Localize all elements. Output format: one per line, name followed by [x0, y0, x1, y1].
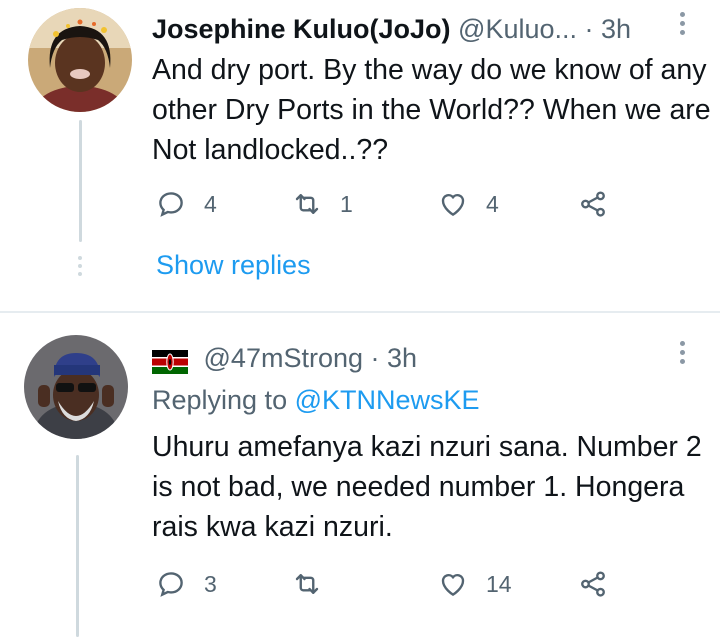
avatar[interactable]	[24, 335, 128, 439]
like-button[interactable]: 14	[438, 564, 512, 604]
avatar[interactable]	[28, 8, 132, 112]
share-icon	[581, 571, 605, 597]
reply-icon	[159, 192, 183, 217]
replying-to-label: Replying to	[152, 385, 288, 415]
retweet-button[interactable]: 1	[292, 184, 353, 224]
author-handle[interactable]: @Kuluo...	[458, 14, 577, 44]
replying-to-mention[interactable]: @KTNNewsKE	[295, 385, 480, 415]
tweet[interactable]: Josephine Kuluo(JoJo) @Kuluo... · 3h And…	[0, 0, 720, 312]
like-count: 14	[486, 570, 512, 597]
thread-dots	[78, 256, 82, 280]
reply-icon	[159, 572, 183, 597]
more-options-icon[interactable]	[672, 12, 692, 42]
tweet-header: @47mStrong · 3h	[152, 341, 417, 375]
heart-icon	[441, 193, 465, 217]
share-icon	[581, 191, 605, 217]
reply-count: 3	[204, 570, 217, 597]
timestamp[interactable]: · 3h	[585, 14, 632, 44]
share-button[interactable]	[578, 184, 608, 224]
tweet-actions: 3 14	[152, 564, 712, 604]
thread-line	[79, 120, 82, 242]
share-button[interactable]	[578, 564, 608, 604]
author-name[interactable]: Josephine Kuluo(JoJo)	[152, 14, 451, 44]
replying-to: Replying to @KTNNewsKE	[152, 383, 480, 417]
thread-line	[76, 455, 79, 637]
author-handle[interactable]: @47mStrong	[204, 343, 363, 373]
like-count: 4	[486, 190, 499, 217]
timestamp[interactable]: · 3h	[371, 343, 418, 373]
tweet-actions: 4 1 4	[152, 184, 712, 224]
like-button[interactable]: 4	[438, 184, 499, 224]
retweet-count: 1	[340, 190, 353, 217]
reply-button[interactable]: 4	[156, 184, 217, 224]
tweet-text: Uhuru amefanya kazi nzuri sana. Number 2…	[152, 431, 702, 543]
retweet-icon	[295, 194, 319, 214]
retweet-button[interactable]	[292, 564, 340, 604]
reply-count: 4	[204, 190, 217, 217]
more-options-icon[interactable]	[672, 341, 692, 371]
tweet[interactable]: @47mStrong · 3h Replying to @KTNNewsKE U…	[0, 313, 720, 637]
tweet-text: And dry port. By the way do we know of a…	[152, 54, 711, 166]
kenya-flag-icon	[152, 348, 188, 374]
heart-icon	[441, 573, 465, 597]
retweet-icon	[295, 574, 319, 594]
show-replies-link[interactable]: Show replies	[156, 250, 311, 281]
reply-button[interactable]: 3	[156, 564, 217, 604]
tweet-header: Josephine Kuluo(JoJo) @Kuluo... · 3h	[152, 12, 631, 46]
